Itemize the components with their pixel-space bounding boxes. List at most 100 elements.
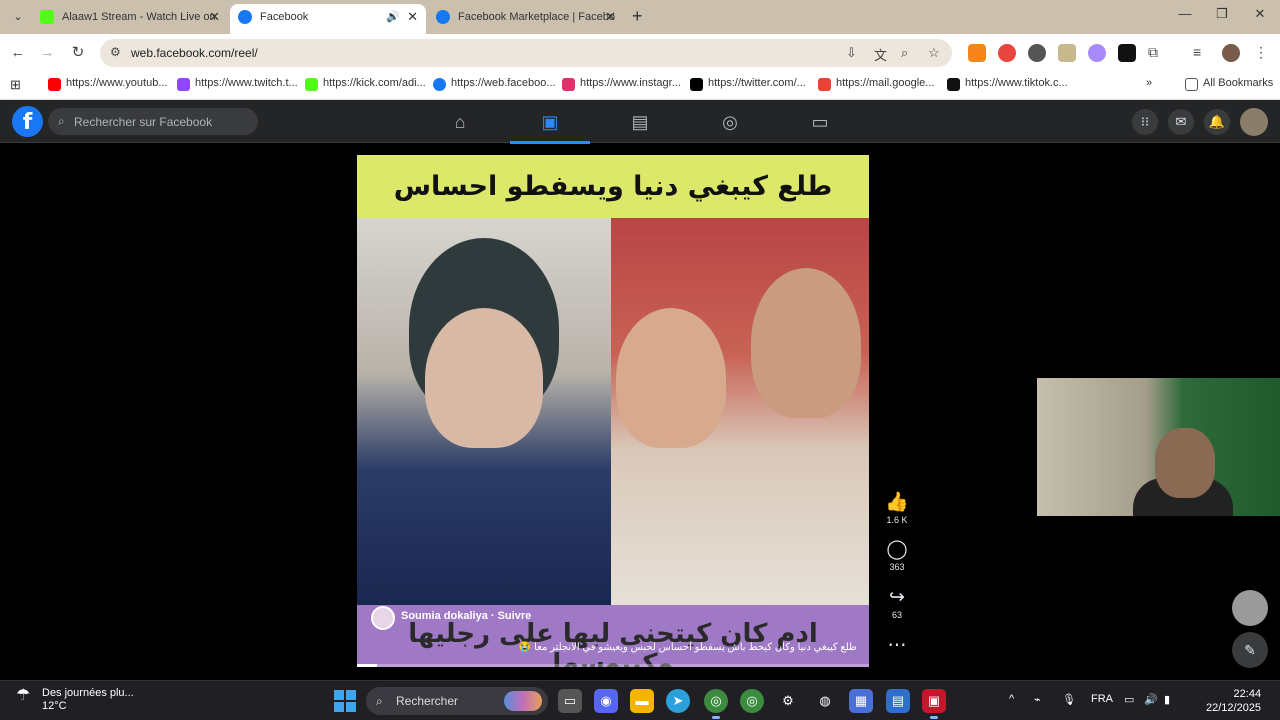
reels-video-icon[interactable]: ▣ bbox=[510, 108, 590, 144]
display-icon[interactable]: ▭ bbox=[1124, 693, 1134, 706]
reel-video[interactable]: طلع كيبغي دنيا ويسفطو احساس لحبس ادم كان… bbox=[357, 155, 869, 667]
bookmark-facebook[interactable]: https://web.faceboo... bbox=[433, 77, 556, 91]
telegram-icon[interactable]: ➤ bbox=[666, 689, 690, 713]
close-window-icon[interactable]: ✕ bbox=[1250, 6, 1270, 22]
menu-grid-icon[interactable]: ⁝⁝ bbox=[1132, 109, 1158, 135]
share-button[interactable]: ↪ 63 bbox=[880, 586, 914, 620]
bookmark-star-icon[interactable]: ☆ bbox=[928, 45, 940, 61]
more-options-button[interactable]: ⋯ bbox=[880, 634, 914, 657]
groups-icon[interactable]: ◎ bbox=[690, 108, 770, 136]
address-bar[interactable]: ⚙ web.facebook.com/reel/ ⇩ 文 ⌕ ☆ bbox=[100, 39, 952, 67]
calculator-icon[interactable]: ▤ bbox=[886, 689, 910, 713]
windows-start-icon[interactable] bbox=[334, 690, 356, 712]
maximize-icon[interactable]: ❐ bbox=[1212, 6, 1232, 22]
media-control-icon[interactable]: ≡ bbox=[1193, 44, 1211, 62]
close-tab-icon[interactable]: ✕ bbox=[407, 4, 418, 30]
account-avatar[interactable] bbox=[1240, 108, 1268, 136]
facebook-logo[interactable]: f bbox=[12, 106, 43, 137]
bookmark-kick[interactable]: https://kick.com/adi... bbox=[305, 77, 426, 91]
site-info-icon[interactable]: ⚙ bbox=[110, 45, 121, 59]
task-view-icon[interactable]: ▭ bbox=[558, 689, 582, 713]
bookmark-label: https://kick.com/adi... bbox=[323, 77, 426, 89]
obs-icon[interactable]: ◍ bbox=[813, 689, 837, 713]
red-app-icon[interactable]: ▣ bbox=[922, 689, 946, 719]
progress-fill bbox=[357, 664, 378, 667]
chrome-icon[interactable]: ◎ bbox=[704, 689, 728, 719]
new-tab-button[interactable]: + bbox=[632, 6, 643, 27]
bookmark-instagram[interactable]: https://www.instagr... bbox=[562, 77, 681, 91]
back-arrow-icon[interactable]: ← bbox=[7, 42, 29, 64]
follow-link[interactable]: · Suivre bbox=[491, 610, 531, 622]
apps-grid-icon[interactable]: ⊞ bbox=[10, 77, 21, 93]
tab-facebook[interactable]: Facebook 🔊 ✕ bbox=[230, 4, 426, 34]
comment-button[interactable]: ◯ 363 bbox=[880, 538, 914, 572]
bookmark-twitter[interactable]: https://twitter.com/... bbox=[690, 77, 806, 91]
bookmark-youtube[interactable]: https://www.youtub... bbox=[48, 77, 168, 91]
extension-icon[interactable] bbox=[1118, 44, 1136, 62]
tab-marketplace[interactable]: Facebook Marketplace | Facebo ✕ bbox=[428, 4, 624, 34]
taskbar-search[interactable]: ⌕ Rechercher bbox=[366, 687, 548, 715]
more-menu-icon[interactable]: ⋮ bbox=[1254, 44, 1272, 62]
facebook-search[interactable]: ⌕ bbox=[48, 108, 258, 135]
close-tab-icon[interactable]: ✕ bbox=[605, 4, 616, 30]
extension-icon[interactable] bbox=[998, 44, 1016, 62]
zoom-icon[interactable]: ⌕ bbox=[901, 45, 908, 61]
volume-icon[interactable]: 🔊 bbox=[1144, 693, 1158, 706]
file-explorer-icon[interactable]: ▬ bbox=[630, 689, 654, 713]
messenger-icon[interactable]: ✉ bbox=[1168, 109, 1194, 135]
weather-text: Des journées plu... bbox=[42, 687, 134, 699]
like-button[interactable]: 👍 1.6 K bbox=[880, 490, 914, 525]
author-name[interactable]: Soumia dokaliya bbox=[401, 610, 488, 622]
video-progress[interactable] bbox=[357, 664, 869, 667]
battery-icon[interactable]: ▮ bbox=[1164, 693, 1170, 706]
close-tab-icon[interactable]: ✕ bbox=[209, 4, 220, 30]
forward-arrow-icon[interactable]: → bbox=[36, 42, 58, 64]
tab-title: Alaaw1 Stream - Watch Live on bbox=[62, 11, 216, 23]
bookmark-label: https://www.instagr... bbox=[580, 77, 681, 89]
bookmark-label: https://mail.google... bbox=[836, 77, 935, 89]
network-icon[interactable]: ⌁ bbox=[1034, 693, 1041, 706]
weather-widget[interactable]: ☂ Des journées plu... 12°C bbox=[16, 687, 134, 713]
profile-avatar[interactable] bbox=[1222, 44, 1240, 62]
contact-avatar[interactable] bbox=[1232, 590, 1268, 626]
metamask-extension-icon[interactable] bbox=[968, 44, 986, 62]
browser-toolbar: ← → ↻ ⚙ web.facebook.com/reel/ ⇩ 文 ⌕ ☆ ⧉… bbox=[0, 34, 1280, 72]
extension-icon[interactable] bbox=[1058, 44, 1076, 62]
extension-icon[interactable] bbox=[1088, 44, 1106, 62]
bookmark-gmail[interactable]: https://mail.google... bbox=[818, 77, 935, 91]
new-message-icon[interactable]: ✎ bbox=[1232, 632, 1268, 668]
notifications-bell-icon[interactable]: 🔔 bbox=[1204, 109, 1230, 135]
translate-icon[interactable]: 文 bbox=[874, 45, 887, 64]
reel-author[interactable]: Soumia dokaliya · Suivre bbox=[371, 606, 531, 630]
discord-icon[interactable]: ◉ bbox=[594, 689, 618, 713]
person-face bbox=[751, 268, 861, 418]
extensions-puzzle-icon[interactable]: ⧉ bbox=[1148, 44, 1166, 62]
speaker-icon[interactable]: 🔊 bbox=[386, 4, 400, 30]
search-input[interactable] bbox=[74, 112, 254, 131]
install-app-icon[interactable]: ⇩ bbox=[846, 45, 857, 61]
reload-icon[interactable]: ↻ bbox=[67, 42, 89, 64]
language-indicator[interactable]: FRA bbox=[1091, 693, 1113, 705]
gaming-icon[interactable]: ▭ bbox=[780, 108, 860, 136]
more-bookmarks-icon[interactable]: » bbox=[1146, 77, 1152, 89]
microphone-icon[interactable]: 🎙 bbox=[1062, 693, 1076, 706]
person-face bbox=[616, 308, 726, 448]
settings-gear-icon[interactable]: ⚙ bbox=[776, 689, 800, 713]
extension-icon[interactable] bbox=[1028, 44, 1046, 62]
home-icon[interactable]: ⌂ bbox=[420, 108, 500, 136]
search-icon: ⌕ bbox=[376, 694, 383, 708]
all-bookmarks[interactable]: All Bookmarks bbox=[1185, 77, 1273, 91]
reel-top-banner: طلع كيبغي دنيا ويسفطو احساس لحبس bbox=[357, 155, 869, 265]
tab-search-icon[interactable]: ⌄ bbox=[8, 8, 28, 26]
clock[interactable]: 22:44 22/12/2025 bbox=[1206, 687, 1261, 715]
bookmark-twitch[interactable]: https://www.twitch.t... bbox=[177, 77, 298, 91]
minimize-icon[interactable]: — bbox=[1175, 6, 1195, 21]
author-avatar[interactable] bbox=[371, 606, 395, 630]
show-hidden-icons-icon[interactable]: ^ bbox=[1009, 693, 1014, 705]
bookmark-tiktok[interactable]: https://www.tiktok.c... bbox=[947, 77, 1068, 91]
marketplace-icon[interactable]: ▤ bbox=[600, 108, 680, 136]
store-icon[interactable]: ▦ bbox=[849, 689, 873, 713]
search-highlight-image bbox=[504, 691, 542, 711]
tab-kick[interactable]: Alaaw1 Stream - Watch Live on ✕ bbox=[32, 4, 228, 34]
chrome-profile-icon[interactable]: ◎ bbox=[740, 689, 764, 713]
